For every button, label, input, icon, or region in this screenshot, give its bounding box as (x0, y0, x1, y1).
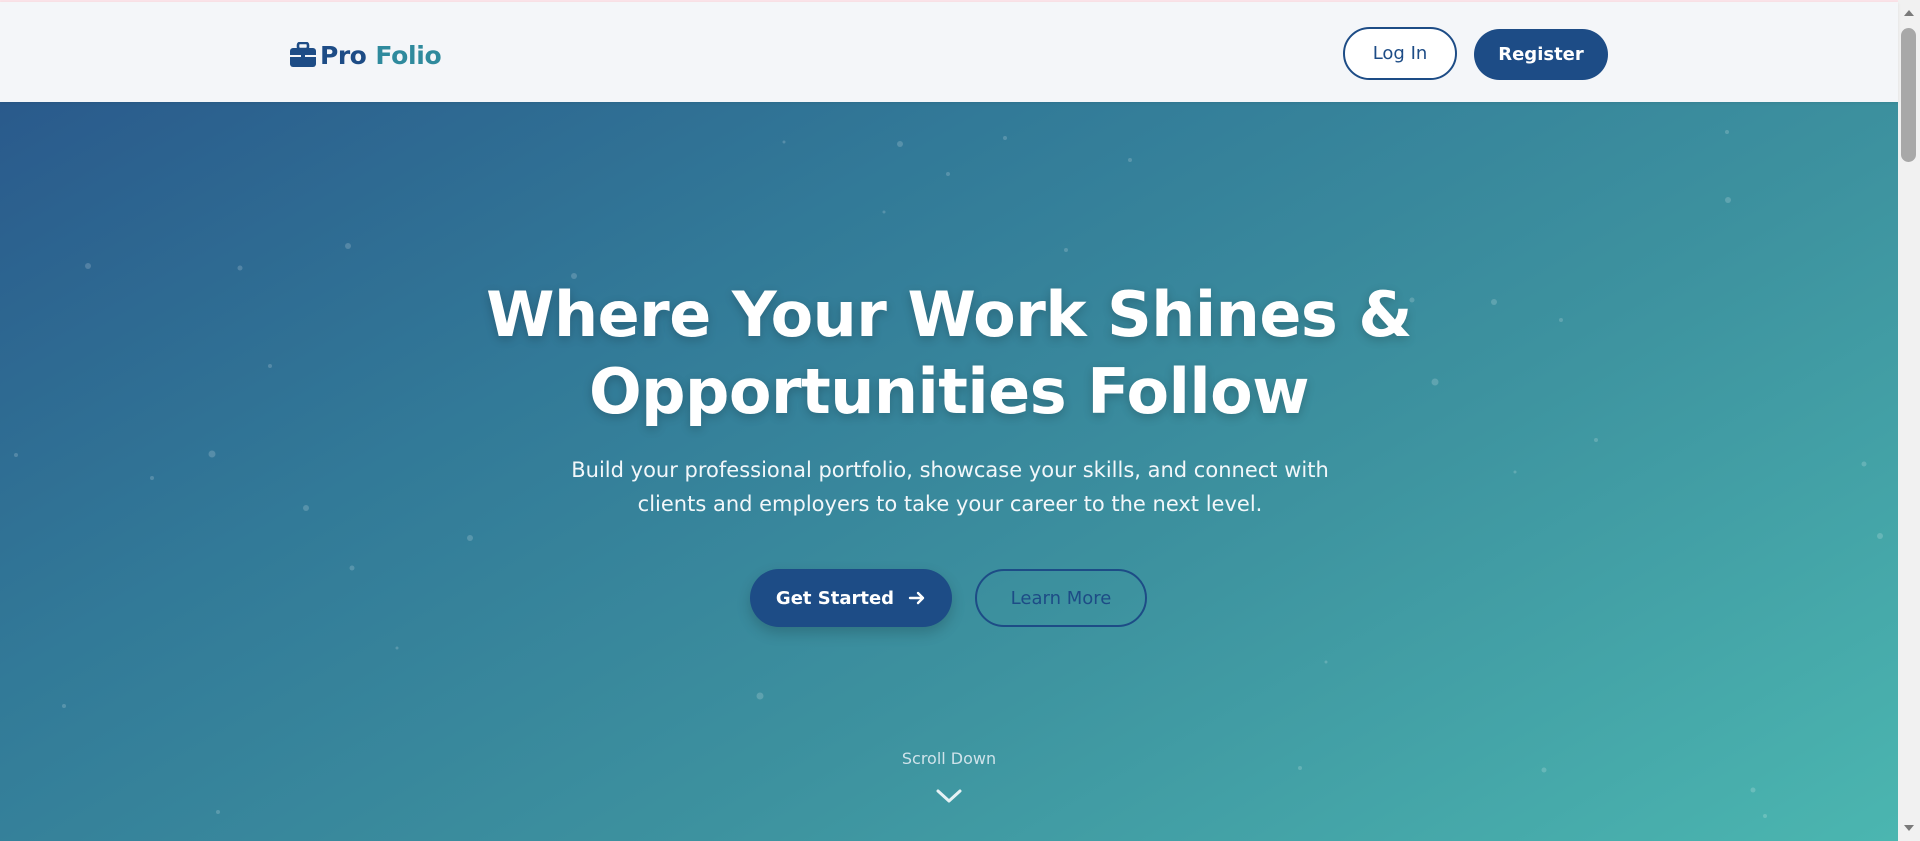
briefcase-icon (290, 42, 316, 67)
page: Pro Folio Log In Register Where Your Wor… (0, 0, 1920, 841)
scrollbar-thumb[interactable] (1901, 28, 1916, 162)
scroll-down-label[interactable]: Scroll Down (849, 749, 1049, 768)
hero-subtitle-line1: Build your professional portfolio, showc… (571, 458, 1329, 482)
scroll-down-arrow-icon[interactable] (1903, 823, 1915, 833)
learn-more-button[interactable]: Learn More (975, 569, 1147, 627)
hero-headline-line1: Where Your Work Shines & (486, 278, 1412, 351)
brand-name-pro: Pro (320, 40, 367, 70)
hero-subtitle: Build your professional portfolio, showc… (520, 453, 1380, 521)
register-button[interactable]: Register (1474, 29, 1608, 80)
page-scrollbar[interactable] (1898, 0, 1920, 841)
brand-logo[interactable]: Pro Folio (289, 38, 442, 72)
hero-subtitle-line2: clients and employers to take your caree… (637, 492, 1263, 516)
scroll-up-arrow-icon[interactable] (1903, 8, 1915, 18)
hero-section: Where Your Work Shines & Opportunities F… (0, 102, 1898, 841)
get-started-label: Get Started (775, 587, 895, 609)
brand-name-folio: Folio (375, 40, 442, 70)
arrow-right-icon (908, 591, 925, 605)
hero-headline: Where Your Work Shines & Opportunities F… (0, 276, 1898, 430)
login-button[interactable]: Log In (1343, 27, 1457, 80)
hero-headline-line2: Opportunities Follow (588, 355, 1310, 428)
chevron-down-icon[interactable] (935, 787, 963, 805)
get-started-button[interactable]: Get Started (750, 569, 952, 627)
navbar: Pro Folio Log In Register (0, 2, 1898, 102)
